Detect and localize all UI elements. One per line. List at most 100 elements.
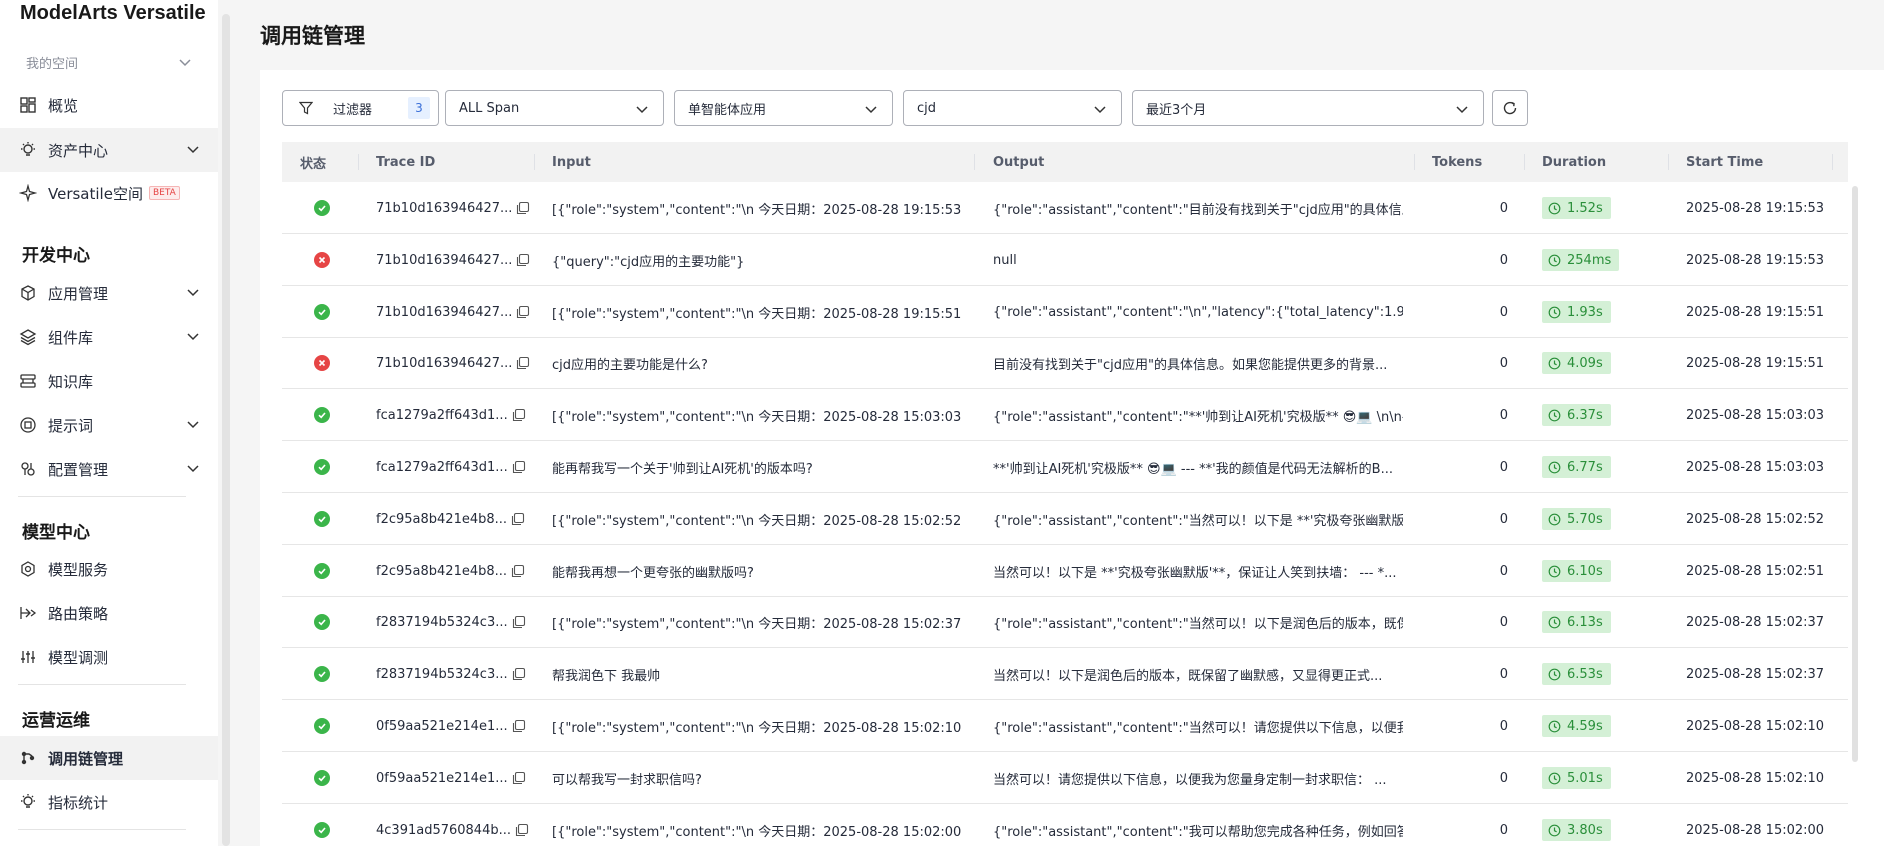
trace-id-cell[interactable]: 71b10d163946427... bbox=[376, 182, 536, 234]
column-divider[interactable] bbox=[534, 154, 535, 170]
sidebar-scrollbar[interactable] bbox=[222, 14, 230, 846]
trace-id-text[interactable]: 4c391ad5760844b... bbox=[376, 823, 511, 838]
table-row[interactable]: 71b10d163946427... cjd应用的主要功能是什么? 目前没有找到关于… bbox=[282, 337, 1848, 389]
table-row[interactable]: fca1279a2ff643d1... [{"role":"system","co… bbox=[282, 389, 1848, 441]
copy-icon[interactable] bbox=[512, 408, 526, 422]
copy-icon[interactable] bbox=[512, 667, 526, 681]
filter-button[interactable]: 过滤器 3 bbox=[282, 90, 439, 126]
copy-icon[interactable] bbox=[511, 564, 525, 578]
table-row[interactable]: 71b10d163946427... [{"role":"system","con… bbox=[282, 182, 1848, 234]
sidebar-item-trace-management[interactable]: 调用链管理 bbox=[0, 736, 218, 780]
column-divider[interactable] bbox=[1668, 154, 1669, 170]
trace-id-text[interactable]: 71b10d163946427... bbox=[376, 201, 512, 216]
copy-icon[interactable] bbox=[516, 305, 530, 319]
refresh-button[interactable] bbox=[1492, 90, 1528, 126]
duration-value: 1.93s bbox=[1567, 304, 1603, 320]
duration-cell: 1.52s bbox=[1542, 182, 1662, 234]
column-divider[interactable] bbox=[358, 154, 359, 170]
table-row[interactable]: 71b10d163946427... {"query":"cjd应用的主要功能"}… bbox=[282, 234, 1848, 286]
table-row[interactable]: f2c95a8b421e4b8... [{"role":"system","con… bbox=[282, 493, 1848, 545]
table-row[interactable]: fca1279a2ff643d1... 能再帮我写一个关于'帅到让AI死机'的版本… bbox=[282, 441, 1848, 493]
clock-icon bbox=[1548, 668, 1561, 680]
sidebar-item-label: Versatile空间 bbox=[48, 184, 143, 203]
success-check-icon bbox=[314, 200, 330, 216]
start-time-cell: 2025-08-28 15:03:03 bbox=[1686, 459, 1825, 475]
table-scrollbar[interactable] bbox=[1852, 186, 1858, 762]
column-divider[interactable] bbox=[1524, 154, 1525, 170]
trace-id-text[interactable]: 0f59aa521e214e1... bbox=[376, 719, 508, 734]
sidebar-item-metrics[interactable]: 指标统计 bbox=[0, 780, 218, 824]
chevron-down-icon bbox=[187, 465, 199, 473]
sidebar-item-app-management[interactable]: 应用管理 bbox=[0, 271, 218, 315]
copy-icon[interactable] bbox=[512, 460, 526, 474]
copy-icon[interactable] bbox=[512, 771, 526, 785]
app-select[interactable]: cjd bbox=[903, 90, 1122, 126]
trace-id-text[interactable]: f2c95a8b421e4b8... bbox=[376, 512, 507, 527]
trace-id-text[interactable]: f2c95a8b421e4b8... bbox=[376, 564, 507, 579]
column-divider[interactable] bbox=[974, 154, 975, 170]
trace-id-text[interactable]: 71b10d163946427... bbox=[376, 356, 512, 371]
copy-icon[interactable] bbox=[516, 356, 530, 370]
column-divider[interactable] bbox=[1832, 154, 1833, 170]
copy-icon[interactable] bbox=[512, 615, 526, 629]
table-row[interactable]: f2837194b5324c3... [{"role":"system","con… bbox=[282, 596, 1848, 648]
app-type-select[interactable]: 单智能体应用 bbox=[674, 90, 893, 126]
sidebar-item-prompts[interactable]: 提示词 bbox=[0, 403, 218, 447]
sidebar-item-knowledge-base[interactable]: 知识库 bbox=[0, 359, 218, 403]
sidebar-item-label: 知识库 bbox=[48, 372, 94, 391]
sidebar-item-versatile-space[interactable]: Versatile空间 BETA bbox=[0, 171, 218, 215]
sidebar-item-model-debug[interactable]: 模型调测 bbox=[0, 635, 218, 679]
trace-id-text[interactable]: f2837194b5324c3... bbox=[376, 615, 508, 630]
trace-id-text[interactable]: 71b10d163946427... bbox=[376, 305, 512, 320]
trace-id-cell[interactable]: 71b10d163946427... bbox=[376, 337, 536, 389]
table-row[interactable]: f2837194b5324c3... 帮我润色下 我最帅 当然可以！以下是润色后的版… bbox=[282, 648, 1848, 700]
copy-icon[interactable] bbox=[516, 253, 530, 267]
copy-icon[interactable] bbox=[516, 201, 530, 215]
table-row[interactable]: 0f59aa521e214e1... [{"role":"system","con… bbox=[282, 700, 1848, 752]
space-select[interactable]: 我的空间 bbox=[16, 48, 202, 76]
sidebar-item-label: 路由策略 bbox=[48, 604, 109, 623]
trace-id-cell[interactable]: 71b10d163946427... bbox=[376, 286, 536, 338]
time-range-select[interactable]: 最近3个月 bbox=[1132, 90, 1484, 126]
trace-id-cell[interactable]: fca1279a2ff643d1... bbox=[376, 389, 536, 441]
trace-id-cell[interactable]: f2837194b5324c3... bbox=[376, 648, 536, 700]
copy-icon[interactable] bbox=[515, 823, 529, 837]
success-check-icon bbox=[314, 563, 330, 579]
output-cell: 当然可以！以下是 **'究极夸张幽默版'**，保证让人笑到扶墙： --- *..… bbox=[993, 565, 1397, 581]
span-select[interactable]: ALL Span bbox=[445, 90, 664, 126]
tokens-cell: 0 bbox=[1499, 822, 1508, 838]
column-divider[interactable] bbox=[1414, 154, 1415, 170]
sidebar-item-overview[interactable]: 概览 bbox=[0, 83, 218, 127]
sidebar-item-label: 指标统计 bbox=[48, 793, 109, 812]
trace-id-text[interactable]: fca1279a2ff643d1... bbox=[376, 460, 508, 475]
sidebar-item-label: 应用管理 bbox=[48, 284, 109, 303]
sidebar-item-model-service[interactable]: 模型服务 bbox=[0, 547, 218, 591]
input-cell: [{"role":"system","content":"\n 今天日期：202… bbox=[552, 306, 962, 322]
trace-id-cell[interactable]: 0f59aa521e214e1... bbox=[376, 752, 536, 804]
table-row[interactable]: f2c95a8b421e4b8... 能帮我再想一个更夸张的幽默版吗? 当然可以！以… bbox=[282, 545, 1848, 597]
input-cell: {"query":"cjd应用的主要功能"} bbox=[552, 254, 745, 270]
table-row[interactable]: 4c391ad5760844b... [{"role":"system","con… bbox=[282, 804, 1848, 846]
copy-icon[interactable] bbox=[511, 512, 525, 526]
input-cell: [{"role":"system","content":"\n 今天日期：202… bbox=[552, 720, 962, 736]
trace-id-cell[interactable]: 71b10d163946427... bbox=[376, 234, 536, 286]
trace-id-cell[interactable]: f2c95a8b421e4b8... bbox=[376, 493, 536, 545]
sidebar-divider bbox=[18, 496, 186, 497]
sidebar-item-component-library[interactable]: 组件库 bbox=[0, 315, 218, 359]
start-time-cell: 2025-08-28 15:02:10 bbox=[1686, 718, 1825, 734]
sidebar-item-config-management[interactable]: 配置管理 bbox=[0, 447, 218, 491]
sidebar-item-assets[interactable]: 资产中心 bbox=[0, 128, 218, 172]
table-row[interactable]: 71b10d163946427... [{"role":"system","con… bbox=[282, 286, 1848, 338]
trace-id-text[interactable]: fca1279a2ff643d1... bbox=[376, 408, 508, 423]
trace-id-cell[interactable]: f2c95a8b421e4b8... bbox=[376, 545, 536, 597]
copy-icon[interactable] bbox=[512, 719, 526, 733]
trace-id-text[interactable]: 0f59aa521e214e1... bbox=[376, 771, 508, 786]
trace-id-text[interactable]: 71b10d163946427... bbox=[376, 253, 512, 268]
table-row[interactable]: 0f59aa521e214e1... 可以帮我写一封求职信吗? 当然可以！请您提供以… bbox=[282, 752, 1848, 804]
sidebar-item-routing-policy[interactable]: 路由策略 bbox=[0, 591, 218, 635]
trace-id-cell[interactable]: f2837194b5324c3... bbox=[376, 596, 536, 648]
trace-id-cell[interactable]: fca1279a2ff643d1... bbox=[376, 441, 536, 493]
trace-id-text[interactable]: f2837194b5324c3... bbox=[376, 667, 508, 682]
trace-id-cell[interactable]: 4c391ad5760844b... bbox=[376, 804, 536, 846]
trace-id-cell[interactable]: 0f59aa521e214e1... bbox=[376, 700, 536, 752]
